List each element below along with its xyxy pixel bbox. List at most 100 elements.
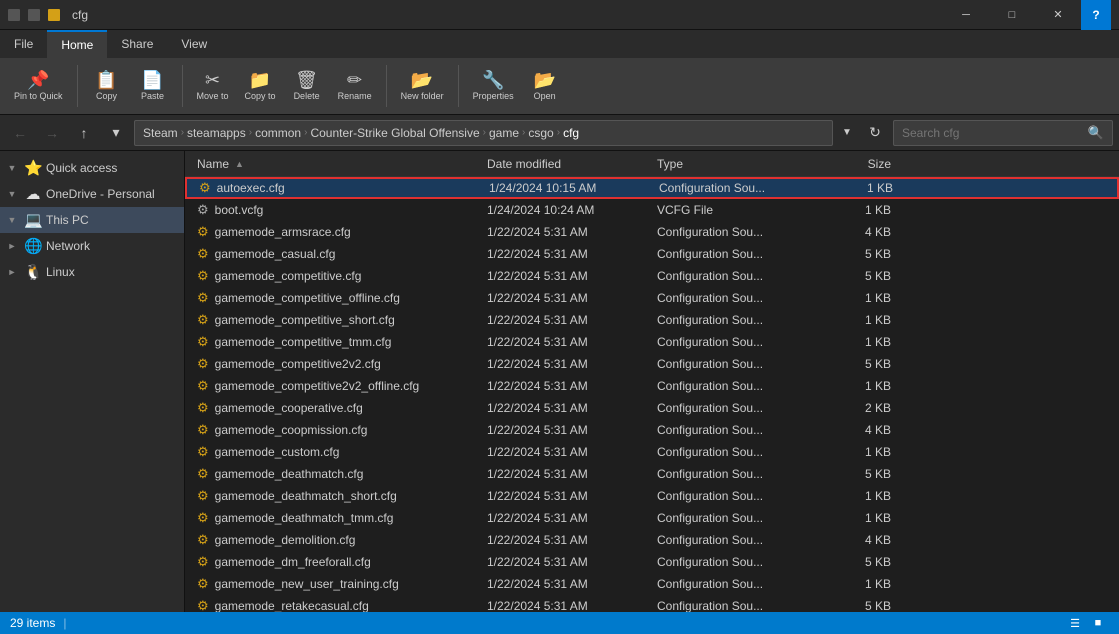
file-cell-date: 1/22/2024 5:31 AM	[479, 511, 649, 525]
file-row[interactable]: ⚙ autoexec.cfg 1/24/2024 10:15 AM Config…	[185, 177, 1119, 199]
file-cell-name: ⚙ gamemode_deathmatch.cfg	[189, 466, 479, 482]
column-type[interactable]: Type	[649, 157, 819, 171]
file-cell-date: 1/22/2024 5:31 AM	[479, 489, 649, 503]
file-row[interactable]: ⚙ gamemode_deathmatch_tmm.cfg 1/22/2024 …	[185, 507, 1119, 529]
column-size[interactable]: Size	[819, 157, 899, 171]
up-button[interactable]: ↑	[70, 119, 98, 147]
file-name: gamemode_coopmission.cfg	[215, 423, 368, 437]
help-button[interactable]: ?	[1081, 0, 1111, 30]
file-name: autoexec.cfg	[217, 181, 285, 195]
file-row[interactable]: ⚙ gamemode_competitive_short.cfg 1/22/20…	[185, 309, 1119, 331]
path-arrow-2: ›	[249, 127, 252, 138]
file-cell-date: 1/22/2024 5:31 AM	[479, 379, 649, 393]
file-name: gamemode_competitive_tmm.cfg	[215, 335, 392, 349]
large-icons-view-button[interactable]: ■	[1087, 612, 1109, 634]
refresh-button[interactable]: ↻	[861, 119, 889, 147]
tab-home[interactable]: Home	[47, 30, 107, 58]
file-row[interactable]: ⚙ gamemode_dm_freeforall.cfg 1/22/2024 5…	[185, 551, 1119, 573]
address-path[interactable]: Steam › steamapps › common › Counter-Str…	[134, 120, 833, 146]
tab-view[interactable]: View	[167, 30, 221, 58]
window-controls: ─ □ ✕ ?	[943, 0, 1111, 30]
file-row[interactable]: ⚙ gamemode_competitive2v2_offline.cfg 1/…	[185, 375, 1119, 397]
file-row[interactable]: ⚙ gamemode_custom.cfg 1/22/2024 5:31 AM …	[185, 441, 1119, 463]
file-cell-date: 1/22/2024 5:31 AM	[479, 555, 649, 569]
file-row[interactable]: ⚙ gamemode_retakecasual.cfg 1/22/2024 5:…	[185, 595, 1119, 612]
copy-btn[interactable]: 📋 Copy	[86, 67, 128, 105]
file-row[interactable]: ⚙ gamemode_armsrace.cfg 1/22/2024 5:31 A…	[185, 221, 1119, 243]
sidebar-item-linux[interactable]: ► 🐧 Linux	[0, 259, 184, 285]
move-btn[interactable]: ✂ Move to	[191, 67, 235, 105]
details-view-button[interactable]: ☰	[1064, 612, 1086, 634]
ribbon-separator-4	[458, 65, 459, 107]
sidebar-item-quick-access[interactable]: ▼ ⭐ Quick access	[0, 155, 184, 181]
path-arrow-1: ›	[181, 127, 184, 138]
folder-icon	[48, 9, 60, 21]
delete-btn[interactable]: 🗑 Delete	[286, 67, 328, 105]
status-bar: 29 items | ☰ ■	[0, 612, 1119, 634]
pin-quick-btn[interactable]: 📌 Pin to Quick	[8, 67, 69, 105]
maximize-button[interactable]: □	[989, 0, 1035, 30]
file-cell-date: 1/22/2024 5:31 AM	[479, 467, 649, 481]
file-cell-name: ⚙ gamemode_competitive_offline.cfg	[189, 290, 479, 306]
file-type-icon: ⚙	[197, 488, 209, 504]
file-type-icon: ⚙	[197, 598, 209, 612]
file-row[interactable]: ⚙ gamemode_competitive_tmm.cfg 1/22/2024…	[185, 331, 1119, 353]
search-input[interactable]	[902, 126, 1088, 140]
rename-btn[interactable]: ✏ Rename	[332, 67, 378, 105]
file-row[interactable]: ⚙ gamemode_demolition.cfg 1/22/2024 5:31…	[185, 529, 1119, 551]
sidebar-item-this-pc[interactable]: ▼ 💻 This PC	[0, 207, 184, 233]
properties-label: Properties	[473, 91, 514, 101]
search-box[interactable]: 🔍	[893, 120, 1113, 146]
copy-to-btn[interactable]: 📁 Copy to	[239, 67, 282, 105]
file-cell-type: Configuration Sou...	[649, 511, 819, 525]
forward-button[interactable]: →	[38, 119, 66, 147]
open-btn[interactable]: 📂 Open	[524, 67, 566, 105]
file-type-icon: ⚙	[199, 180, 211, 196]
minimize-button[interactable]: ─	[943, 0, 989, 30]
ribbon: File Home Share View 📌 Pin to Quick 📋 Co…	[0, 30, 1119, 115]
move-label: Move to	[197, 91, 229, 101]
file-name: gamemode_deathmatch_tmm.cfg	[215, 511, 394, 525]
file-row[interactable]: ⚙ gamemode_competitive2v2.cfg 1/22/2024 …	[185, 353, 1119, 375]
properties-btn[interactable]: 🔧 Properties	[467, 67, 520, 105]
close-button[interactable]: ✕	[1035, 0, 1081, 30]
file-cell-date: 1/24/2024 10:15 AM	[481, 181, 651, 195]
new-folder-icon: 📂	[411, 71, 433, 89]
file-row[interactable]: ⚙ gamemode_cooperative.cfg 1/22/2024 5:3…	[185, 397, 1119, 419]
sidebar-item-network[interactable]: ► 🌐 Network	[0, 233, 184, 259]
back-button[interactable]: ←	[6, 119, 34, 147]
file-cell-type: Configuration Sou...	[649, 445, 819, 459]
file-row[interactable]: ⚙ gamemode_new_user_training.cfg 1/22/20…	[185, 573, 1119, 595]
file-row[interactable]: ⚙ gamemode_competitive.cfg 1/22/2024 5:3…	[185, 265, 1119, 287]
sidebar-item-onedrive[interactable]: ▼ ☁ OneDrive - Personal	[0, 181, 184, 207]
file-row[interactable]: ⚙ gamemode_competitive_offline.cfg 1/22/…	[185, 287, 1119, 309]
column-name[interactable]: Name ▲	[189, 157, 479, 171]
file-type-icon: ⚙	[197, 378, 209, 394]
file-cell-name: ⚙ gamemode_retakecasual.cfg	[189, 598, 479, 612]
file-row[interactable]: ⚙ gamemode_casual.cfg 1/22/2024 5:31 AM …	[185, 243, 1119, 265]
blank-icon	[28, 9, 40, 21]
file-name: gamemode_dm_freeforall.cfg	[215, 555, 371, 569]
recent-locations-button[interactable]: ▾	[102, 119, 130, 147]
file-type-icon: ⚙	[197, 290, 209, 306]
tab-share[interactable]: Share	[107, 30, 167, 58]
file-cell-name: ⚙ gamemode_dm_freeforall.cfg	[189, 554, 479, 570]
ribbon-separator-2	[182, 65, 183, 107]
tab-file[interactable]: File	[0, 30, 47, 58]
file-row[interactable]: ⚙ gamemode_deathmatch.cfg 1/22/2024 5:31…	[185, 463, 1119, 485]
column-date-modified[interactable]: Date modified	[479, 157, 649, 171]
file-cell-name: ⚙ gamemode_casual.cfg	[189, 246, 479, 262]
file-name: gamemode_deathmatch.cfg	[215, 467, 364, 481]
file-name: gamemode_casual.cfg	[215, 247, 336, 261]
path-dropdown-button[interactable]: ▼	[837, 120, 857, 146]
path-steamapps: steamapps	[187, 126, 246, 140]
paste-btn[interactable]: 📄 Paste	[132, 67, 174, 105]
path-steam: Steam	[143, 126, 178, 140]
file-cell-size: 1 KB	[819, 577, 899, 591]
delete-label: Delete	[294, 91, 320, 101]
file-row[interactable]: ⚙ gamemode_coopmission.cfg 1/22/2024 5:3…	[185, 419, 1119, 441]
new-folder-btn[interactable]: 📂 New folder	[395, 67, 450, 105]
file-row[interactable]: ⚙ boot.vcfg 1/24/2024 10:24 AM VCFG File…	[185, 199, 1119, 221]
this-pc-icon: 💻	[24, 211, 42, 229]
file-row[interactable]: ⚙ gamemode_deathmatch_short.cfg 1/22/202…	[185, 485, 1119, 507]
